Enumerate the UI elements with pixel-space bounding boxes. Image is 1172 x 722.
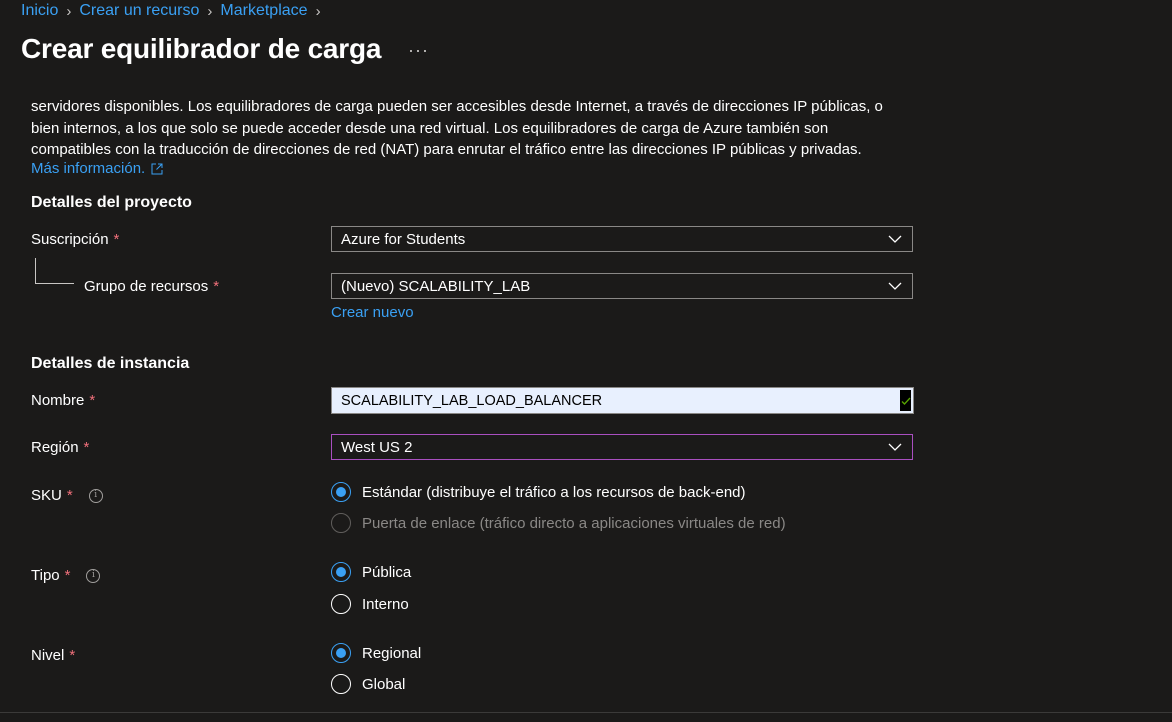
name-input[interactable]: SCALABILITY_LAB_LOAD_BALANCER bbox=[331, 387, 914, 414]
more-info-link[interactable]: Más información. bbox=[31, 160, 163, 177]
sku-option-label: Estándar (distribuye el tráfico a los re… bbox=[362, 483, 746, 501]
external-link-icon bbox=[151, 163, 163, 174]
type-option-label: Pública bbox=[362, 563, 412, 581]
description-line: bien internos, a los que solo se puede a… bbox=[31, 119, 829, 137]
description-line: compatibles con la traducción de direcci… bbox=[31, 141, 862, 158]
required-mark: * bbox=[66, 487, 73, 504]
radio-checked-icon bbox=[331, 482, 351, 502]
tier-label-text: Nivel bbox=[31, 647, 65, 664]
chevron-down-icon bbox=[888, 443, 902, 451]
region-select[interactable]: West US 2 bbox=[331, 434, 913, 460]
radio-checked-icon bbox=[331, 643, 351, 663]
radio-unchecked-icon bbox=[331, 513, 351, 533]
chevron-right-icon: › bbox=[207, 2, 213, 20]
region-label: Región * bbox=[31, 439, 89, 456]
sku-label-text: SKU bbox=[31, 487, 62, 504]
region-label-text: Región bbox=[31, 439, 79, 456]
name-input-value: SCALABILITY_LAB_LOAD_BALANCER bbox=[341, 392, 603, 409]
required-mark: * bbox=[213, 278, 220, 295]
tier-option-regional[interactable]: Regional bbox=[331, 643, 421, 663]
sku-option-gateway: Puerta de enlace (tráfico directo a apli… bbox=[331, 513, 786, 533]
create-new-link[interactable]: Crear nuevo bbox=[331, 304, 414, 321]
subscription-value: Azure for Students bbox=[341, 230, 466, 248]
type-option-label: Interno bbox=[362, 595, 409, 613]
radio-unchecked-icon bbox=[331, 674, 351, 694]
radio-unchecked-icon bbox=[331, 594, 351, 614]
info-icon[interactable]: i bbox=[86, 568, 101, 583]
name-label-text: Nombre bbox=[31, 392, 85, 409]
chevron-down-icon bbox=[888, 235, 902, 243]
breadcrumb-home[interactable]: Inicio bbox=[21, 2, 58, 20]
sku-option-label: Puerta de enlace (tráfico directo a apli… bbox=[362, 514, 786, 532]
instance-details-title: Detalles de instancia bbox=[31, 355, 190, 372]
info-icon[interactable]: i bbox=[88, 488, 103, 503]
required-mark: * bbox=[64, 567, 71, 584]
chevron-right-icon: › bbox=[66, 2, 72, 20]
resource-group-label-text: Grupo de recursos bbox=[84, 278, 209, 295]
radio-checked-icon bbox=[331, 562, 351, 582]
type-option-internal[interactable]: Interno bbox=[331, 594, 409, 614]
type-label-text: Tipo bbox=[31, 567, 60, 584]
subscription-label-text: Suscripción bbox=[31, 231, 109, 248]
subscription-label: Suscripción * bbox=[31, 231, 119, 248]
breadcrumb: Inicio › Crear un recurso › Marketplace … bbox=[21, 2, 329, 20]
breadcrumb-marketplace[interactable]: Marketplace bbox=[220, 2, 307, 20]
tier-option-label: Global bbox=[362, 675, 406, 693]
tier-option-label: Regional bbox=[362, 644, 422, 662]
tree-connector bbox=[35, 258, 74, 284]
description-line: servidores disponibles. Los equilibrador… bbox=[31, 98, 883, 115]
resource-group-label: Grupo de recursos * bbox=[84, 278, 219, 295]
chevron-right-icon: › bbox=[315, 2, 321, 20]
type-label: Tipo * i bbox=[31, 567, 101, 584]
required-mark: * bbox=[83, 439, 90, 456]
description: servidores disponibles. Los equilibrador… bbox=[31, 96, 911, 161]
breadcrumb-create-resource[interactable]: Crear un recurso bbox=[79, 2, 199, 20]
more-info-label: Más información. bbox=[31, 160, 146, 177]
tier-label: Nivel * bbox=[31, 647, 75, 664]
divider bbox=[0, 712, 1172, 713]
page-title: Crear equilibrador de carga bbox=[21, 33, 382, 64]
resource-group-select[interactable]: (Nuevo) SCALABILITY_LAB bbox=[331, 273, 913, 299]
tier-option-global[interactable]: Global bbox=[331, 674, 405, 694]
subscription-select[interactable]: Azure for Students bbox=[331, 226, 913, 252]
sku-option-standard[interactable]: Estándar (distribuye el tráfico a los re… bbox=[331, 482, 746, 502]
create-load-balancer-page: Inicio › Crear un recurso › Marketplace … bbox=[0, 0, 1172, 722]
required-mark: * bbox=[113, 231, 120, 248]
required-mark: * bbox=[69, 647, 76, 664]
sku-label: SKU * i bbox=[31, 487, 103, 504]
project-details-title: Detalles del proyecto bbox=[31, 194, 192, 211]
chevron-down-icon bbox=[888, 282, 902, 290]
resource-group-value: (Nuevo) SCALABILITY_LAB bbox=[341, 277, 531, 295]
region-value: West US 2 bbox=[341, 438, 413, 456]
type-option-public[interactable]: Pública bbox=[331, 562, 411, 582]
required-mark: * bbox=[89, 392, 96, 409]
name-label: Nombre * bbox=[31, 392, 95, 409]
more-icon[interactable]: ··· bbox=[408, 40, 429, 61]
checkmark-icon bbox=[900, 390, 911, 411]
